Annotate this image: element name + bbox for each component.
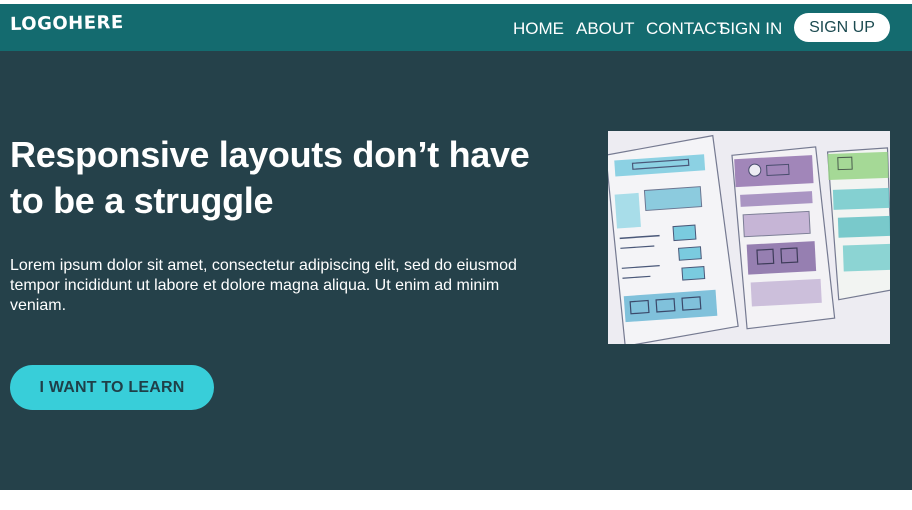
wireframe-sketch-image <box>608 131 890 344</box>
learn-cta-button[interactable]: I WANT TO LEARN <box>10 365 214 410</box>
sign-up-button[interactable]: SIGN UP <box>794 13 890 42</box>
hero-description: Lorem ipsum dolor sit amet, consectetur … <box>10 257 517 314</box>
nav-link-contact[interactable]: CONTACT <box>646 19 727 39</box>
nav-link-about[interactable]: ABOUT <box>576 19 635 39</box>
navbar: LOGOHERE HOME ABOUT CONTACT SIGN IN SIGN… <box>0 4 912 51</box>
nav-link-home[interactable]: HOME <box>513 19 564 39</box>
logo[interactable]: LOGOHERE <box>10 12 124 35</box>
nav-link-sign-in[interactable]: SIGN IN <box>719 19 782 39</box>
hero-section: Responsive layouts don’t have to be a st… <box>0 51 912 490</box>
wireframe-sketch-illustration <box>608 131 890 344</box>
hero-title: Responsive layouts don’t have to be a st… <box>10 134 530 221</box>
